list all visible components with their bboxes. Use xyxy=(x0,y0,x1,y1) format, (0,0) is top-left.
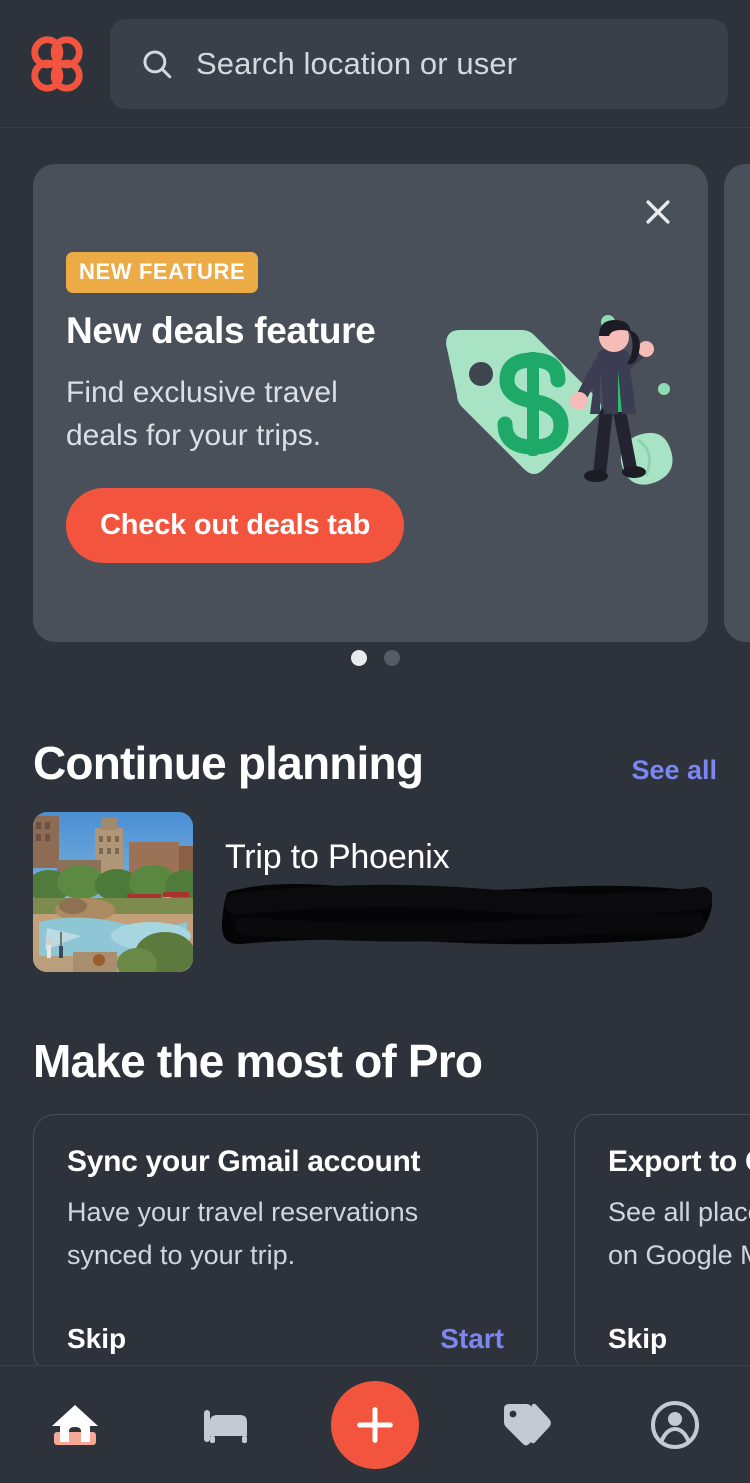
search-icon xyxy=(140,47,174,81)
promo-title: New deals feature xyxy=(66,310,376,351)
scroll-content: NEW FEATURE New deals feature Find exclu… xyxy=(0,128,750,1365)
pro-card-actions: Skip xyxy=(608,1323,750,1355)
start-button[interactable]: Start xyxy=(440,1323,504,1355)
carousel-dot-2[interactable] xyxy=(383,650,400,666)
tags-icon xyxy=(496,1396,554,1454)
trip-name: Trip to Phoenix xyxy=(225,838,450,876)
search-placeholder-text: Search location or user xyxy=(196,45,518,81)
carousel-dot-1[interactable] xyxy=(350,650,367,666)
phoenix-resort-photo xyxy=(33,812,193,972)
pro-card-carousel[interactable]: Sync your Gmail account Have your travel… xyxy=(0,1114,750,1365)
account-circle-icon xyxy=(646,1396,704,1454)
search-input[interactable]: Search location or user xyxy=(110,18,728,109)
nav-item-home[interactable] xyxy=(0,1366,150,1483)
page-title-continue-planning: Continue planning xyxy=(33,737,424,789)
pro-card-description-line1: Have your travel reservations xyxy=(67,1197,419,1227)
promo-description: Find exclusive travel deals for your tri… xyxy=(66,375,338,453)
nav-item-account[interactable] xyxy=(600,1366,750,1483)
pro-section-header: Make the most of Pro xyxy=(0,1034,750,1088)
skip-button[interactable]: Skip xyxy=(67,1323,126,1355)
pro-card-description-line1: See all place xyxy=(608,1197,750,1227)
bottom-navigation-bar xyxy=(0,1365,750,1483)
nav-item-create[interactable] xyxy=(300,1366,450,1483)
close-icon[interactable] xyxy=(634,188,682,236)
pro-card-gmail-sync[interactable]: Sync your Gmail account Have your travel… xyxy=(33,1114,538,1365)
promo-carousel[interactable]: NEW FEATURE New deals feature Find exclu… xyxy=(0,164,750,674)
butterfly-logo-icon[interactable] xyxy=(26,33,88,95)
home-icon xyxy=(46,1396,104,1454)
carousel-dots xyxy=(0,642,750,674)
pro-card-actions: Skip Start xyxy=(67,1323,504,1355)
promo-card-next[interactable] xyxy=(724,164,750,642)
pro-card-export-google-maps[interactable]: Export to G See all place on Google M Sk… xyxy=(574,1114,750,1365)
continue-planning-header: Continue planning See all xyxy=(0,736,750,790)
nav-item-deals[interactable] xyxy=(450,1366,600,1483)
check-out-deals-button[interactable]: Check out deals tab xyxy=(66,487,405,563)
see-all-link[interactable]: See all xyxy=(631,755,717,786)
pro-card-description-line2: synced to your trip. xyxy=(67,1240,296,1271)
redacted-trip-details xyxy=(222,874,712,946)
trip-info: Trip to Phoenix xyxy=(222,812,717,945)
promo-text-block: NEW FEATURE New deals feature Find exclu… xyxy=(66,252,456,563)
nav-item-stays[interactable] xyxy=(150,1366,300,1483)
plus-icon[interactable] xyxy=(331,1380,419,1469)
trip-list-item[interactable]: Trip to Phoenix xyxy=(0,812,750,972)
page-title-pro: Make the most of Pro xyxy=(33,1035,483,1087)
pro-card-description-line2: on Google M xyxy=(608,1240,750,1271)
price-tag-dollar-illustration xyxy=(438,304,698,514)
pro-card-title: Sync your Gmail account xyxy=(67,1145,421,1178)
promo-card[interactable]: NEW FEATURE New deals feature Find exclu… xyxy=(33,164,708,642)
app-header: Search location or user xyxy=(0,0,750,128)
pro-card-title: Export to G xyxy=(608,1145,750,1178)
skip-button[interactable]: Skip xyxy=(608,1323,667,1355)
new-feature-badge: NEW FEATURE xyxy=(66,252,259,293)
bed-icon xyxy=(196,1396,254,1454)
